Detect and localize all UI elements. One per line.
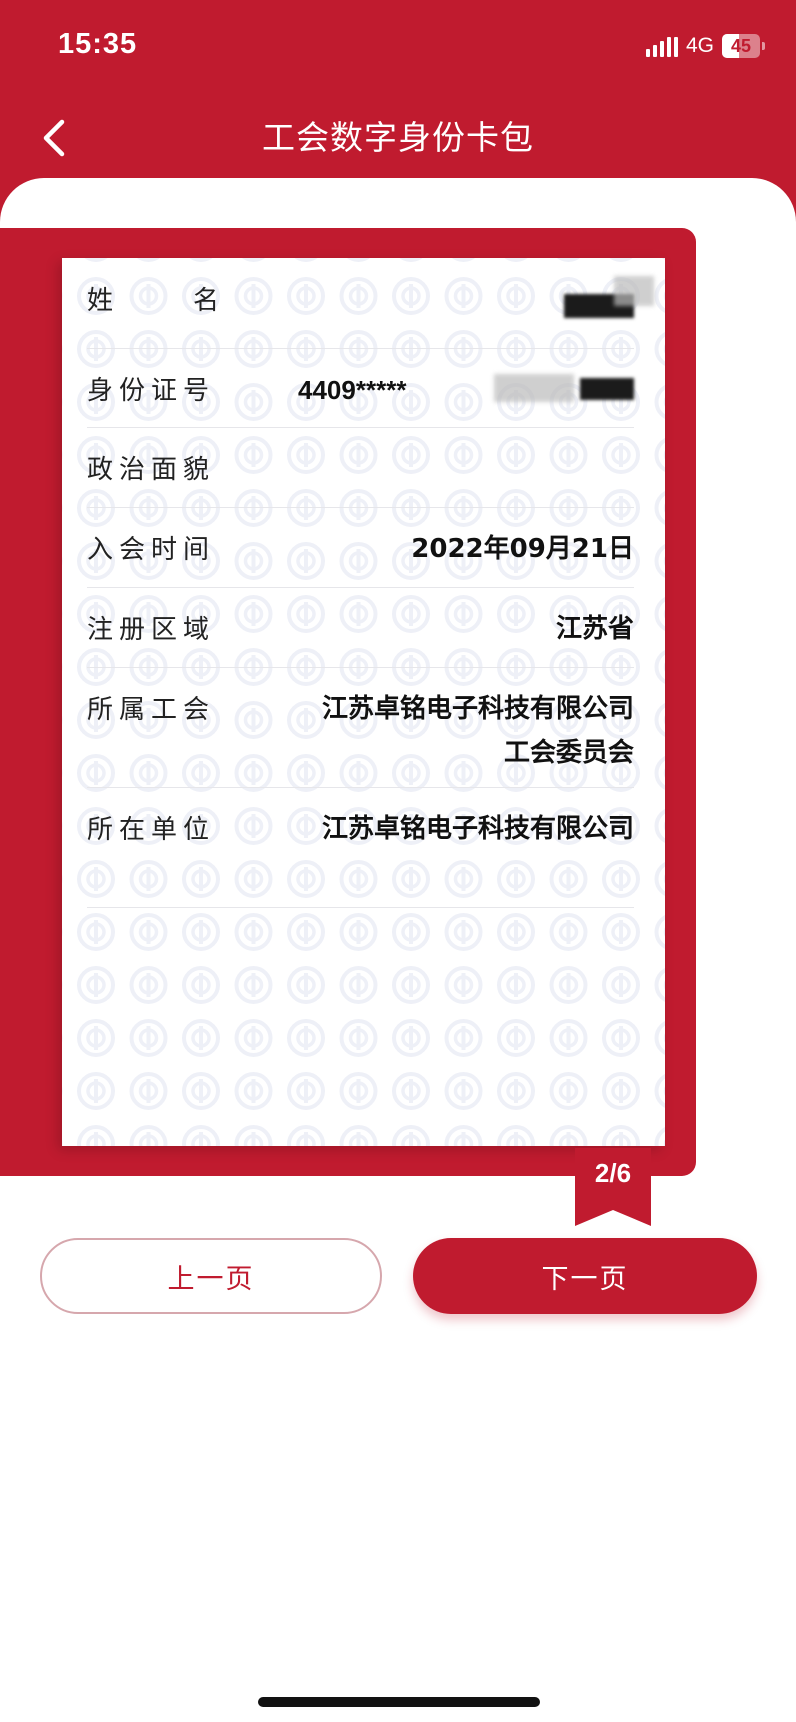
prev-page-button[interactable]: 上一页 [40,1238,382,1314]
value-employer: 江苏卓铭电子科技有限公司 [321,814,634,844]
label-employer: 所在单位 [87,815,216,845]
info-row-id-number: 身份证号 4409***** [87,348,634,428]
value-join-date: 2022年09月21日 [411,534,634,564]
identity-card[interactable]: 姓 名 身份证号 4409***** 政治面貌 入会时间 2022年09月21日… [62,258,665,1146]
info-row-employer: 所在单位 江苏卓铭电子科技有限公司 [87,787,634,908]
nav-bar: 工会数字身份卡包 [0,100,796,180]
label-political-status: 政治面貌 [87,455,216,485]
status-time: 15:35 [58,28,138,60]
value-region: 江苏省 [555,614,634,644]
label-join-date: 入会时间 [87,535,216,565]
value-union: 江苏卓铭电子科技有限公司工会委员会 [321,694,634,768]
info-row-join-date: 入会时间 2022年09月21日 [87,507,634,588]
label-name: 姓 名 [87,286,219,316]
network-type: 4G [685,34,714,57]
status-indicators: 4G 45 [645,34,766,58]
page-indicator-text: 2/6 [594,1158,632,1188]
page-indicator: 2/6 [575,1148,651,1226]
value-id-number: 4409***** [298,375,407,405]
info-row-region: 注册区域 江苏省 [87,587,634,668]
label-union: 所属工会 [87,695,216,725]
label-region: 注册区域 [87,615,216,645]
next-page-button[interactable]: 下一页 [413,1238,757,1314]
label-id-number: 身份证号 [87,376,216,406]
status-bar: 15:35 4G 45 [0,0,796,100]
masked-id [580,378,634,400]
battery-icon: 45 [722,34,766,58]
home-indicator[interactable] [258,1697,540,1707]
signal-icon [645,35,678,57]
page-title: 工会数字身份卡包 [262,118,534,157]
info-row-name: 姓 名 [87,258,654,349]
info-row-political-status: 政治面貌 [87,427,634,508]
battery-level: 45 [730,36,752,56]
info-row-union: 所属工会 江苏卓铭电子科技有限公司工会委员会 [87,667,634,788]
